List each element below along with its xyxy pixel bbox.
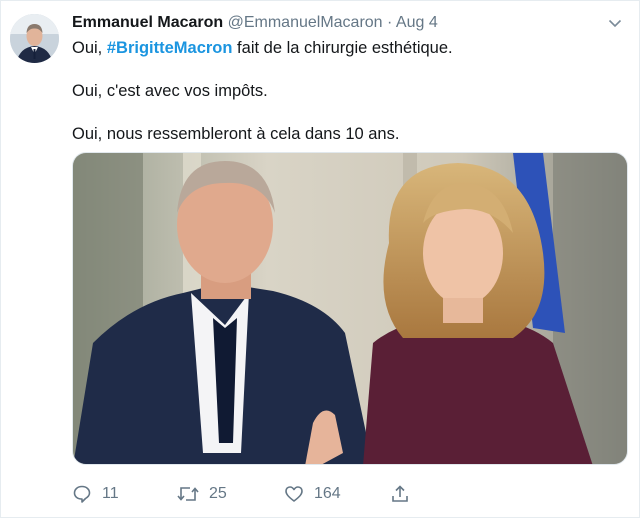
reply-button[interactable]: 11: [72, 483, 119, 505]
reply-count: 11: [102, 485, 119, 502]
photo-couple-image: [73, 153, 627, 464]
tweet-line-3: Oui, nous ressembleront à cela dans 10 a…: [72, 125, 400, 143]
chevron-down-icon: [608, 19, 622, 27]
line1-prefix: Oui,: [72, 39, 107, 57]
share-button[interactable]: [390, 483, 410, 505]
avatar[interactable]: [10, 14, 59, 63]
like-button[interactable]: 164: [284, 483, 341, 505]
avatar-image: [10, 14, 59, 63]
tweet-photo[interactable]: [72, 152, 628, 465]
retweet-icon: [177, 487, 199, 501]
author-name[interactable]: Emmanuel Macaron: [72, 14, 223, 31]
tweet-header: Emmanuel Macaron @EmmanuelMacaron · Aug …: [72, 13, 599, 33]
like-icon: [285, 486, 303, 502]
reply-icon: [73, 485, 91, 503]
more-options-button[interactable]: [605, 13, 625, 33]
hashtag-link[interactable]: #BrigitteMacron: [107, 39, 233, 57]
tweet-actions: 11 25 164: [72, 483, 612, 505]
tweet-card[interactable]: Emmanuel Macaron @EmmanuelMacaron · Aug …: [0, 0, 640, 518]
share-icon: [392, 485, 408, 502]
tweet-line-1: Oui, #BrigitteMacron fait de la chirurgi…: [72, 37, 612, 59]
separator-dot: ·: [387, 14, 393, 31]
like-count: 164: [314, 485, 341, 502]
tweet-text: Oui, #BrigitteMacron fait de la chirurgi…: [72, 37, 612, 166]
tweet-date[interactable]: Aug 4: [396, 14, 438, 31]
author-handle[interactable]: @EmmanuelMacaron: [228, 14, 383, 31]
retweet-count: 25: [209, 485, 227, 502]
tweet-line-2: Oui, c'est avec vos impôts.: [72, 82, 268, 100]
retweet-button[interactable]: 25: [177, 483, 227, 505]
line1-suffix: fait de la chirurgie esthétique.: [232, 39, 453, 57]
